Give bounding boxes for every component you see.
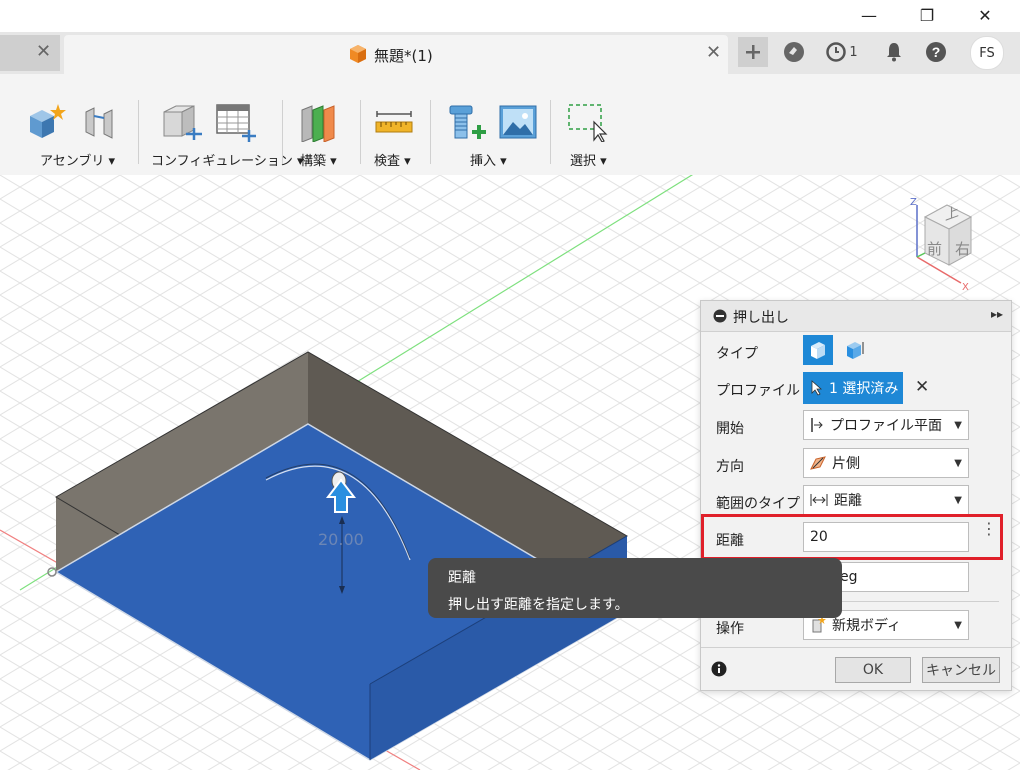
ok-button[interactable]: OK <box>835 657 911 683</box>
construct-plane-icon[interactable] <box>298 102 342 142</box>
profile-plane-icon <box>811 418 823 432</box>
configuration-box-icon[interactable] <box>160 102 204 142</box>
new-body-icon <box>812 616 826 633</box>
dialog-title: 押し出し <box>733 310 789 326</box>
notifications-button[interactable] <box>880 38 908 66</box>
extrude-dialog: 押し出し ▸▸ タイプ プロファイル 1 選択済み ✕ 開始 プロファイル平面 … <box>700 300 1012 691</box>
toolbar-separator <box>282 100 283 164</box>
close-tab-icon[interactable]: ✕ <box>706 42 721 63</box>
expand-dialog-icon[interactable]: ▸▸ <box>991 307 1003 321</box>
axis-z-label: Z <box>910 197 917 208</box>
plus-icon <box>746 45 760 59</box>
tooltip-title: 距離 <box>448 570 476 586</box>
divider <box>701 647 1011 648</box>
toolbar-inspect[interactable]: 検査 ▾ <box>374 150 411 169</box>
user-avatar[interactable]: FS <box>970 36 1004 70</box>
document-cube-icon <box>350 45 366 63</box>
extent-type-dropdown[interactable]: 距離 ▼ <box>803 485 969 515</box>
dialog-header: 押し出し ▸▸ <box>701 301 1011 332</box>
chevron-down-icon: ▼ <box>954 420 962 431</box>
toolbar-construct[interactable]: 構築 ▾ <box>300 150 337 169</box>
close-tab-icon[interactable]: ✕ <box>36 41 51 62</box>
document-title: 無題*(1) <box>374 47 433 65</box>
toolbar-separator <box>360 100 361 164</box>
one-side-icon <box>810 456 826 470</box>
bell-icon <box>887 43 901 62</box>
extensions-icon <box>784 42 804 62</box>
solid-extrude-icon <box>811 342 825 359</box>
measure-icon[interactable] <box>374 110 414 136</box>
profile-selected-count: 1 選択済み <box>829 381 899 397</box>
insert-mcmaster-icon[interactable] <box>444 102 488 142</box>
distance-label: 距離 <box>716 533 744 549</box>
chevron-down-icon: ▼ <box>954 620 962 631</box>
type-label: タイプ <box>716 346 758 362</box>
chevron-down-icon: ▼ <box>954 495 962 506</box>
extent-type-value: 距離 <box>834 493 862 509</box>
tab-inactive[interactable]: ✕ <box>0 35 60 71</box>
configuration-table-icon[interactable] <box>214 102 258 142</box>
cancel-button[interactable]: キャンセル <box>922 657 1000 683</box>
toolbar-select[interactable]: 選択 ▾ <box>570 150 607 169</box>
type-solid-button[interactable] <box>803 335 833 365</box>
toolbar-separator <box>138 100 139 164</box>
dimension-value[interactable]: 20.00 <box>318 530 364 549</box>
toolbar-separator <box>550 100 551 164</box>
extensions-button[interactable] <box>780 38 808 66</box>
close-window-button[interactable]: ✕ <box>962 0 1008 30</box>
axis-x-label: X <box>962 282 969 293</box>
svg-text:?: ? <box>932 44 941 60</box>
job-count: 1 <box>849 44 858 60</box>
new-tab-button[interactable] <box>738 37 768 67</box>
profile-label: プロファイル <box>716 383 800 399</box>
operation-value: 新規ボディ <box>832 618 902 634</box>
viewcube-front-label[interactable]: 前 <box>927 238 942 259</box>
restore-button[interactable]: ❐ <box>904 0 950 30</box>
joint-icon[interactable] <box>80 102 120 142</box>
insert-image-icon[interactable] <box>498 102 538 142</box>
start-value: プロファイル平面 <box>830 418 942 434</box>
collapse-icon[interactable] <box>713 309 727 323</box>
clear-selection-icon[interactable]: ✕ <box>915 377 929 397</box>
new-component-icon[interactable] <box>24 102 68 142</box>
minimize-button[interactable]: — <box>846 0 892 30</box>
clock-icon <box>826 42 847 62</box>
distance-icon <box>810 494 828 506</box>
info-icon[interactable] <box>711 661 727 677</box>
type-thin-button[interactable] <box>841 335 869 365</box>
toolbar-insert[interactable]: 挿入 ▾ <box>470 150 507 169</box>
tooltip-body: 押し出す距離を指定します。 <box>448 597 629 613</box>
start-label: 開始 <box>716 421 744 437</box>
job-status-button[interactable]: 1 <box>822 38 862 66</box>
toolbar-assembly[interactable]: アセンブリ ▾ <box>40 150 115 169</box>
toolbar-configuration[interactable]: コンフィギュレーション ▾ <box>151 150 304 169</box>
title-bar: — ❐ ✕ <box>0 0 1020 32</box>
profile-selection-button[interactable]: 1 選択済み <box>803 372 903 404</box>
cursor-icon <box>811 380 823 396</box>
extent-type-label: 範囲のタイプ <box>716 496 800 512</box>
thin-extrude-icon <box>847 342 864 359</box>
direction-dropdown[interactable]: 片側 ▼ <box>803 448 969 478</box>
operation-label: 操作 <box>716 621 744 637</box>
direction-label: 方向 <box>716 459 744 475</box>
viewcube-right-label[interactable]: 右 <box>955 238 970 259</box>
start-dropdown[interactable]: プロファイル平面 ▼ <box>803 410 969 440</box>
select-window-icon[interactable] <box>566 102 610 142</box>
chevron-down-icon: ▼ <box>954 458 962 469</box>
direction-value: 片側 <box>832 456 860 472</box>
help-icon: ? <box>926 42 946 62</box>
distance-input[interactable]: 20 <box>803 522 969 552</box>
help-button[interactable]: ? <box>922 38 950 66</box>
tooltip: 距離 押し出す距離を指定します。 <box>428 558 842 618</box>
toolbar-separator <box>430 100 431 164</box>
more-options-icon[interactable]: ⋮ <box>981 521 997 537</box>
